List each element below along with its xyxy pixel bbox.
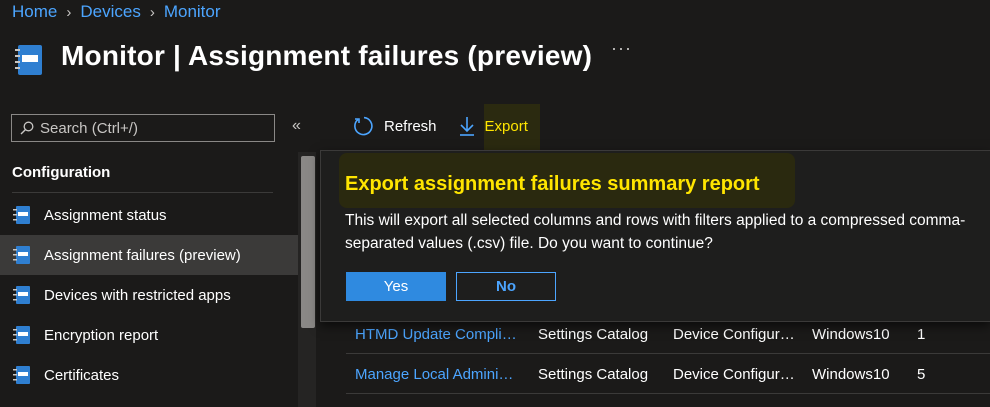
no-button[interactable]: No — [456, 272, 556, 301]
command-bar: Refresh Export — [352, 115, 530, 137]
notebook-icon — [13, 246, 30, 264]
sidebar-item-label: Encryption report — [44, 326, 159, 344]
failures-table: HTMD Update Compli… Settings Catalog Dev… — [346, 314, 990, 394]
dialog-message: This will export all selected columns an… — [345, 212, 966, 252]
notebook-icon — [13, 286, 30, 304]
sidebar-item-label: Certificates — [44, 366, 120, 384]
dialog-title: Export assignment failures summary repor… — [345, 173, 760, 195]
nav-section-configuration: Configuration — [12, 164, 111, 181]
failure-count-cell: 1 — [917, 326, 926, 343]
failure-count-cell: 5 — [917, 366, 926, 383]
more-options-icon[interactable]: ··· — [611, 38, 632, 59]
sidebar-nav: Assignment status Assignment failures (p… — [0, 195, 298, 395]
notebook-icon — [13, 206, 30, 224]
divider — [12, 192, 273, 193]
export-label: Export — [484, 117, 528, 135]
platform-cell: Windows10 — [812, 326, 890, 343]
sidebar-item-label: Devices with restricted apps — [44, 286, 231, 304]
sidebar-item-assignment-failures[interactable]: Assignment failures (preview) — [0, 235, 298, 275]
search-icon — [20, 121, 34, 135]
sidebar-item-devices-restricted-apps[interactable]: Devices with restricted apps — [0, 275, 298, 315]
page-title-sub: | Assignment failures (preview) — [165, 40, 593, 71]
sidebar-item-label: Assignment failures (preview) — [44, 246, 241, 264]
export-confirm-dialog: Export assignment failures summary repor… — [320, 150, 990, 322]
policy-type-cell: Settings Catalog — [538, 366, 649, 383]
sidebar-item-certificates[interactable]: Certificates — [0, 355, 298, 395]
page-title-main: Monitor — [61, 40, 166, 71]
download-icon — [459, 117, 474, 136]
collapse-sidebar-icon[interactable]: « — [292, 117, 301, 135]
platform-cell: Windows10 — [812, 366, 890, 383]
policy-type-cell: Settings Catalog — [538, 326, 649, 343]
search-box[interactable] — [11, 114, 275, 142]
yes-button[interactable]: Yes — [346, 272, 446, 301]
sidebar-item-assignment-status[interactable]: Assignment status — [0, 195, 298, 235]
refresh-label: Refresh — [384, 117, 437, 135]
breadcrumb-devices[interactable]: Devices — [80, 2, 140, 22]
breadcrumb: Home › Devices › Monitor — [12, 2, 221, 22]
chevron-right-icon: › — [66, 3, 72, 21]
sidebar-item-label: Assignment status — [44, 206, 167, 224]
breadcrumb-monitor[interactable]: Monitor — [164, 2, 221, 22]
page-title: Monitor | Assignment failures (preview) — [61, 40, 592, 72]
notebook-icon — [13, 326, 30, 344]
search-input[interactable] — [40, 119, 260, 137]
notebook-icon — [13, 366, 30, 384]
policy-category-cell: Device Configur… — [673, 326, 795, 343]
notebook-icon — [15, 45, 42, 75]
refresh-icon — [354, 116, 373, 136]
breadcrumb-home[interactable]: Home — [12, 2, 57, 22]
page-header: Monitor | Assignment failures (preview) — [14, 36, 592, 76]
export-button[interactable]: Export — [457, 115, 530, 137]
policy-name-link[interactable]: HTMD Update Compli… — [355, 326, 525, 343]
policy-name-link[interactable]: Manage Local Admini… — [355, 366, 525, 383]
chevron-right-icon: › — [149, 3, 155, 21]
policy-category-cell: Device Configur… — [673, 366, 795, 383]
sidebar-item-encryption-report[interactable]: Encryption report — [0, 315, 298, 355]
refresh-button[interactable]: Refresh — [352, 115, 437, 137]
scrollbar-thumb[interactable] — [301, 156, 315, 328]
table-row[interactable]: Manage Local Admini… Settings Catalog De… — [346, 354, 990, 394]
